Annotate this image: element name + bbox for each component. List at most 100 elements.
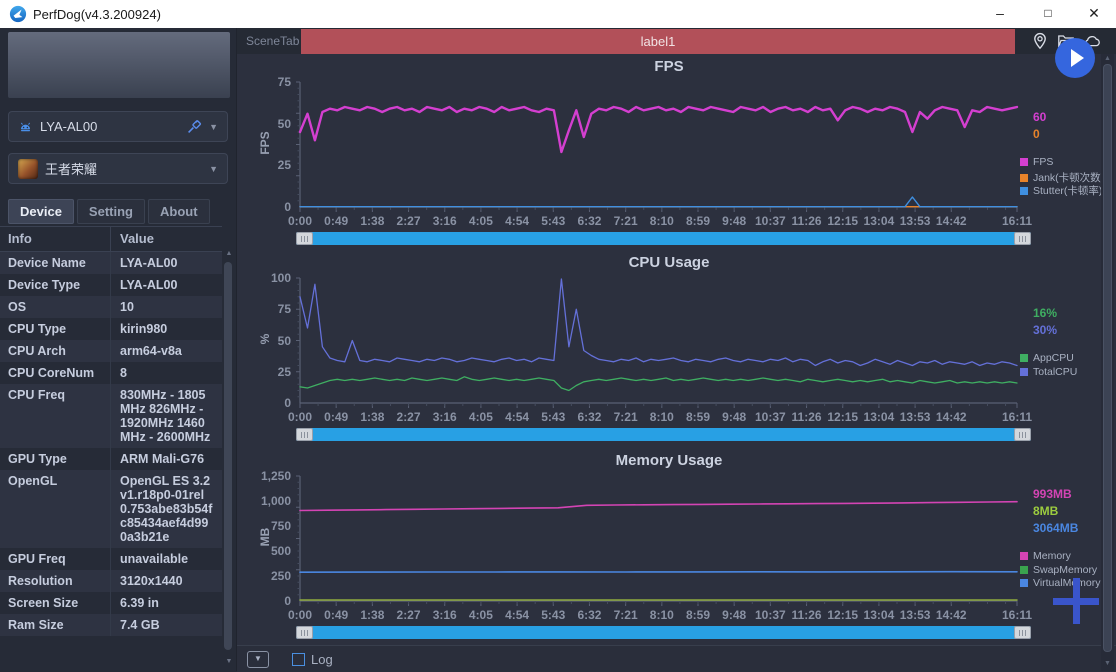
table-row: GPU Frequnavailable [0,548,222,570]
series-AppCPU [300,377,1017,391]
y-tick-label: 100 [247,271,291,285]
app-selector-label: 王者荣耀 [45,159,97,178]
info-cell: Screen Size [0,592,110,614]
main-vertical-scrollbar[interactable]: ▲ ▼ [1101,54,1114,671]
y-tick-label: 25 [247,365,291,379]
scrollbar-left-handle[interactable] [296,232,313,245]
current-value: 16% [1033,306,1057,320]
minimize-button[interactable]: – [982,0,1018,28]
location-pin-icon[interactable] [1030,31,1050,51]
legend-label: TotalCPU [1033,366,1077,378]
legend-swatch [1020,552,1028,560]
cpu-usage-chart: CPU Usage%02550751000:000:491:382:273:16… [237,250,1101,448]
scroll-up-icon[interactable]: ▲ [224,250,234,257]
legend-label: Stutter(卡顿率) [1033,183,1102,198]
title-bar: PerfDog(v4.3.200924) – □ ✕ [0,0,1116,29]
fps-chart: FPSFPS02550750:000:491:382:273:164:054:5… [237,54,1101,250]
current-value: 0 [1033,127,1040,141]
collapse-panel-button[interactable]: ▼ [247,651,269,668]
scene-label-bar[interactable]: label1 [301,29,1015,54]
value-cell: LYA-AL00 [110,274,222,296]
plus-icon [1073,578,1080,624]
scene-tab[interactable]: SceneTab [237,28,299,54]
log-checkbox[interactable] [292,653,305,666]
table-row: Ram Size7.4 GB [0,614,222,636]
chart-plot-area [296,278,1021,411]
info-cell: Device Type [0,274,110,296]
value-cell: arm64-v8a [110,340,222,362]
scrollbar-right-handle[interactable] [1014,428,1031,441]
chart-title: FPS [237,58,1101,75]
add-chart-button[interactable] [1049,574,1103,628]
x-tick-label: 16:11 [991,410,1043,424]
legend-label: AppCPU [1033,352,1074,364]
legend-swatch [1020,354,1028,362]
current-value: 30% [1033,323,1057,337]
scrollbar-right-handle[interactable] [1014,232,1031,245]
info-cell: Device Name [0,252,110,274]
legend-swatch [1020,174,1028,182]
chart-title: Memory Usage [237,452,1101,469]
value-cell: 8 [110,362,222,384]
current-value: 60 [1033,110,1046,124]
info-cell: Ram Size [0,614,110,636]
sidebar-tabs: Device Setting About [8,199,210,224]
scene-top-bar: SceneTab label1 [237,28,1116,54]
y-tick-label: 500 [247,544,291,558]
android-icon [18,119,33,134]
legend-swatch [1020,187,1028,195]
y-tick-label: 1,250 [247,469,291,483]
chevron-down-icon: ▼ [209,122,218,132]
legend-item: TotalCPU [1020,366,1077,378]
table-row: Resolution3120x1440 [0,570,222,592]
device-info-table: Info Value Device NameLYA-AL00Device Typ… [0,226,222,636]
tab-device[interactable]: Device [8,199,74,224]
scroll-up-icon[interactable]: ▲ [1101,55,1114,62]
log-checkbox-label: Log [311,652,333,667]
main-panel: SceneTab label1 FPSFPS02550750:000:491:3… [236,28,1116,671]
y-tick-label: 50 [247,117,291,131]
y-tick-label: 25 [247,158,291,172]
scrollbar-left-handle[interactable] [296,428,313,441]
value-cell: 830MHz - 1805MHz 826MHz - 1920MHz 1460MH… [110,384,222,448]
info-cell: OS [0,296,110,318]
tab-setting[interactable]: Setting [77,199,145,224]
chart-horizontal-scrollbar[interactable] [296,232,1031,245]
info-cell: GPU Type [0,448,110,470]
bottom-bar: ▼ Log [237,645,1116,672]
scrollbar-right-handle[interactable] [1014,626,1031,639]
legend-label: FPS [1033,156,1053,168]
chevron-down-icon: ▼ [209,164,218,174]
sidebar-scrollbar-thumb[interactable] [224,262,232,650]
app-selector[interactable]: 王者荣耀 ▼ [8,153,228,184]
close-button[interactable]: ✕ [1076,0,1112,28]
legend-item: FPS [1020,156,1053,168]
y-tick-label: 1,000 [247,494,291,508]
window-title: PerfDog(v4.3.200924) [33,7,161,22]
info-column-header: Info [0,227,110,251]
scroll-down-icon[interactable]: ▼ [224,658,234,665]
info-cell: CPU CoreNum [0,362,110,384]
value-cell: kirin980 [110,318,222,340]
series-Memory [300,502,1017,511]
usb-cable-icon [186,119,202,135]
main-scrollbar-thumb[interactable] [1103,64,1112,652]
table-row: Device NameLYA-AL00 [0,252,222,274]
scroll-down-icon[interactable]: ▼ [1101,660,1114,667]
device-selector[interactable]: LYA-AL00 ▼ [8,111,228,142]
maximize-button[interactable]: □ [1030,0,1066,28]
play-button[interactable] [1055,38,1095,78]
legend-item: Memory [1020,550,1071,562]
perfdog-logo-icon [9,5,27,23]
table-row: CPU CoreNum8 [0,362,222,384]
chart-horizontal-scrollbar[interactable] [296,626,1031,639]
table-row: OS10 [0,296,222,318]
scrollbar-left-handle[interactable] [296,626,313,639]
value-cell: 3120x1440 [110,570,222,592]
perfdog-window: { "window": { "title": "PerfDog(v4.3.200… [0,0,1116,671]
device-selector-label: LYA-AL00 [40,119,97,134]
chart-horizontal-scrollbar[interactable] [296,428,1031,441]
y-tick-label: 75 [247,302,291,316]
current-value: 993MB [1033,487,1072,501]
tab-about[interactable]: About [148,199,210,224]
